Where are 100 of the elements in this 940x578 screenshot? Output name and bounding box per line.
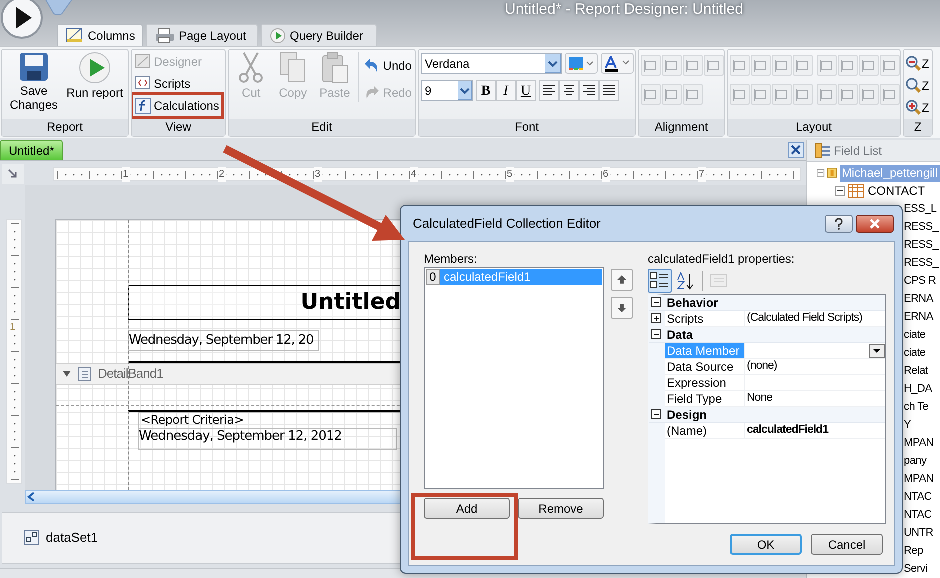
dropdown-icon	[458, 81, 472, 100]
field-item[interactable]: Relat	[904, 364, 928, 378]
field-item[interactable]: ERNA	[904, 310, 934, 324]
text-align-button[interactable]	[539, 80, 559, 101]
ruler-label: 4	[410, 167, 418, 182]
field-item[interactable]: H_DA	[904, 382, 932, 396]
field-item[interactable]: pany	[904, 454, 927, 468]
property-name[interactable]: Data Source	[665, 359, 745, 374]
dialog-button[interactable]: OK	[730, 534, 802, 555]
close-button[interactable]	[856, 214, 894, 232]
style-button[interactable]: I	[496, 80, 516, 101]
layout-icon	[733, 88, 747, 102]
application-menu-button[interactable]	[0, 0, 44, 40]
layout-icon	[883, 58, 897, 72]
toolbar-button[interactable]	[648, 268, 672, 292]
tree-item[interactable]: CONTACT	[866, 182, 928, 200]
layout-icon	[686, 88, 700, 102]
field-item[interactable]: Y	[904, 418, 912, 432]
magnifier-icon	[906, 78, 921, 93]
property-name[interactable]: (Name)	[665, 423, 745, 438]
field-item[interactable]: MPAN	[904, 472, 934, 486]
field-item[interactable]: ch Te	[904, 400, 929, 414]
field-item[interactable]: ESS_L	[904, 202, 937, 216]
ribbon-tab[interactable]: Columns	[57, 24, 143, 46]
quick-access-icon	[44, 0, 74, 16]
dropdown-button[interactable]	[869, 344, 885, 358]
field-item[interactable]: RESS_	[904, 220, 939, 234]
toolbar-button[interactable]: Undo	[363, 56, 413, 75]
layout-icon	[796, 58, 810, 72]
dataset-icon	[24, 530, 40, 546]
zoom-button[interactable]: Z	[906, 98, 930, 117]
dialog-button[interactable]: Cancel	[811, 534, 883, 555]
text-align-button[interactable]	[579, 80, 599, 101]
text-align-button[interactable]	[599, 80, 619, 101]
layout-icon	[820, 58, 834, 72]
band-label: DetailBand1	[98, 365, 164, 384]
category-label: Behavior	[666, 294, 718, 312]
property-value[interactable]: (none)	[747, 359, 778, 374]
property-name[interactable]: Field Type	[665, 391, 745, 406]
field-item[interactable]: CPS R	[904, 274, 936, 288]
dialog-button[interactable]: Add	[424, 498, 510, 519]
ruler-corner-button[interactable]	[2, 164, 24, 184]
braces-icon	[135, 76, 151, 91]
toolbar-button[interactable]: Run report	[65, 52, 125, 119]
layout-icon	[883, 88, 897, 102]
field-item[interactable]: ERNA	[904, 292, 934, 306]
group-label: Z	[904, 119, 932, 136]
magnifier-icon	[906, 100, 921, 115]
highlight-color-button[interactable]	[565, 53, 598, 74]
field-item[interactable]: MPAN	[904, 436, 934, 450]
field-item[interactable]: Rep	[904, 544, 924, 558]
zoom-button[interactable]: Z	[906, 54, 930, 73]
font-color-icon	[604, 56, 632, 72]
property-value[interactable]: (Calculated Field Scripts)	[747, 311, 862, 326]
property-value[interactable]: calculatedField1	[747, 423, 828, 438]
field-item[interactable]: NTAC	[904, 490, 932, 504]
zoom-button[interactable]: Z	[906, 76, 930, 95]
field-item[interactable]: NTAC	[904, 508, 932, 522]
highlight-icon	[568, 56, 596, 70]
dialog-title: CalculatedField Collection Editor	[413, 214, 601, 233]
layout-icon	[707, 58, 721, 72]
band-icon	[78, 366, 92, 382]
move-up-button[interactable]	[611, 269, 633, 291]
ribbon-tab[interactable]: Page Layout	[146, 24, 258, 46]
toolbar-button[interactable]: Scripts	[134, 74, 220, 93]
index-label: 0	[426, 269, 440, 285]
function-icon	[135, 98, 151, 114]
move-down-button[interactable]	[611, 297, 633, 319]
document-tab[interactable]: Untitled*	[0, 140, 64, 160]
close-button[interactable]	[788, 142, 804, 158]
component-label[interactable]: dataSet1	[46, 528, 98, 548]
layout-icon	[754, 58, 768, 72]
field-item[interactable]: Servi	[904, 562, 928, 576]
toolbar-button[interactable]: Calculations	[134, 96, 220, 115]
field-item[interactable]: ciate	[904, 328, 926, 342]
help-button[interactable]	[825, 214, 853, 232]
font-combo[interactable]: Verdana	[421, 53, 562, 74]
font-color-button[interactable]	[601, 53, 634, 74]
property-name[interactable]: Scripts	[665, 311, 745, 326]
ribbon-tab[interactable]: Query Builder	[261, 24, 377, 46]
magnifier-icon	[906, 56, 921, 71]
field-item[interactable]: ciate	[904, 346, 926, 360]
field-item[interactable]: RESS_	[904, 256, 939, 270]
database-icon	[827, 166, 838, 180]
font-size-combo[interactable]: 9	[421, 80, 473, 101]
up-arrow-icon	[615, 273, 629, 287]
property-name[interactable]: Expression	[665, 375, 745, 390]
category-label: Data	[666, 326, 694, 344]
dialog-button[interactable]: Remove	[518, 498, 604, 519]
text-align-button[interactable]	[559, 80, 579, 101]
style-button[interactable]: B	[476, 80, 496, 101]
field-item[interactable]: RESS_	[904, 238, 939, 252]
layout-icon	[775, 88, 789, 102]
style-button[interactable]: U	[516, 80, 536, 101]
layout-icon	[862, 58, 876, 72]
table-icon	[848, 184, 864, 198]
printer-icon	[155, 28, 175, 44]
field-item[interactable]: UNTR	[904, 526, 934, 540]
property-value[interactable]: None	[747, 391, 772, 406]
toolbar-button[interactable]: Save Changes	[4, 52, 64, 119]
